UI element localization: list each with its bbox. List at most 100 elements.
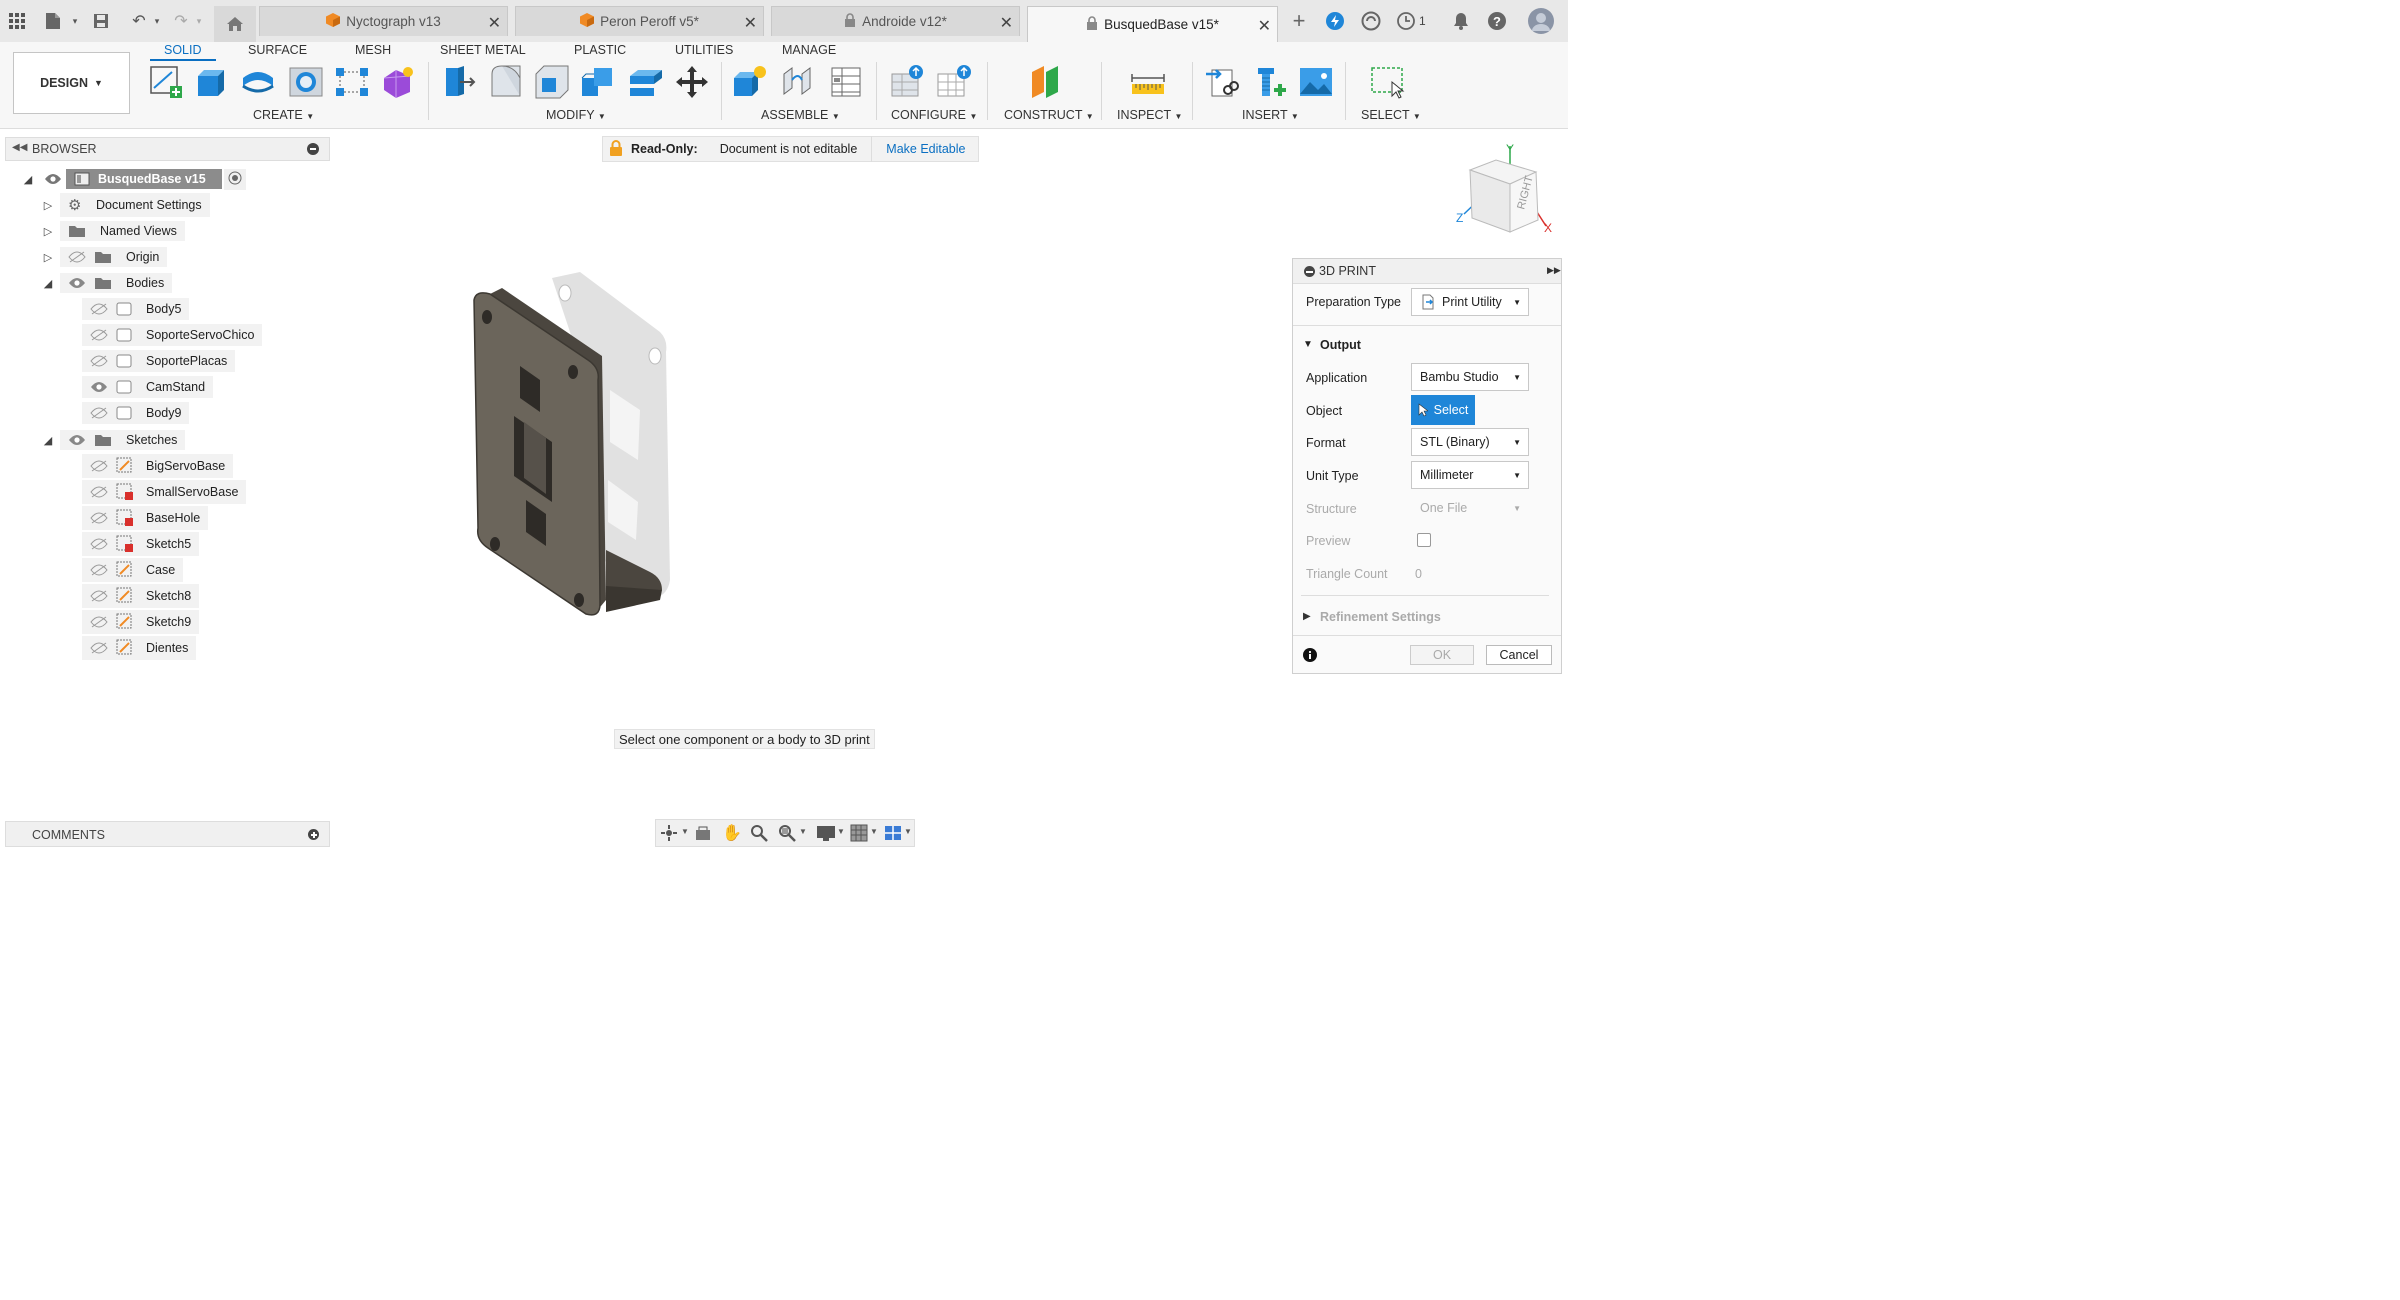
joint-icon[interactable]	[780, 64, 816, 100]
zoom-window-icon[interactable]	[778, 824, 796, 845]
move-icon[interactable]	[674, 64, 710, 100]
measure-icon[interactable]	[1130, 64, 1166, 100]
job-status-icon[interactable]	[1360, 10, 1382, 32]
hidden-eye-icon[interactable]	[90, 329, 108, 341]
offset-plane-icon[interactable]	[1028, 64, 1064, 100]
new-component-icon[interactable]	[732, 64, 768, 100]
browser-item-sketches[interactable]: ◢ Sketches	[42, 429, 186, 451]
output-section-title[interactable]: Output	[1320, 338, 1361, 352]
hidden-eye-icon[interactable]	[90, 355, 108, 367]
sketch-item[interactable]: Sketch8	[82, 584, 200, 608]
body-item[interactable]: SoportePlacas	[82, 350, 236, 372]
application-select[interactable]: Bambu Studio ▼	[1411, 363, 1529, 391]
expand-toggle-icon[interactable]: ◢	[22, 173, 34, 186]
group-select[interactable]: SELECT ▼	[1361, 108, 1421, 122]
display-dropdown-icon[interactable]: ▼	[837, 827, 845, 836]
look-at-icon[interactable]	[694, 824, 712, 845]
sketch-item[interactable]: Sketch5	[82, 532, 200, 556]
press-pull-icon[interactable]	[440, 64, 476, 100]
body-item[interactable]: SoporteServoChico	[82, 324, 263, 346]
viewports-dropdown-icon[interactable]: ▼	[904, 827, 912, 836]
document-tab-busquedbase[interactable]: BusquedBase v15* ✕	[1027, 6, 1278, 42]
orbit-dropdown-icon[interactable]: ▼	[681, 827, 689, 836]
bill-of-materials-icon[interactable]	[828, 64, 864, 100]
info-icon[interactable]	[1303, 648, 1317, 665]
insert-derive-icon[interactable]	[1204, 64, 1240, 100]
close-icon[interactable]: ✕	[488, 13, 501, 33]
group-configure[interactable]: CONFIGURE ▼	[891, 108, 977, 122]
shell-icon[interactable]	[628, 64, 664, 100]
expand-dialog-icon[interactable]: ▶▶	[1547, 265, 1561, 276]
hidden-eye-icon[interactable]	[90, 512, 108, 524]
minimize-panel-icon[interactable]	[307, 143, 319, 155]
object-select-button[interactable]: Select	[1411, 395, 1475, 425]
browser-item-bodies[interactable]: ◢ Bodies	[42, 272, 173, 294]
visibility-eye-icon[interactable]	[90, 381, 108, 393]
viewports-icon[interactable]	[884, 824, 902, 845]
tab-surface[interactable]: SURFACE	[248, 43, 307, 57]
select-window-icon[interactable]	[1370, 64, 1406, 100]
configuration-table-icon[interactable]	[936, 64, 972, 100]
activate-radio-icon[interactable]	[223, 168, 246, 190]
model-viewport[interactable]	[440, 260, 700, 640]
file-dropdown-icon[interactable]: ▾	[64, 10, 86, 32]
insert-mcmaster-icon[interactable]	[1252, 64, 1288, 100]
grid-icon[interactable]	[850, 824, 868, 845]
collapse-section-icon[interactable]: ▼	[1303, 339, 1313, 350]
extrude-icon[interactable]	[194, 64, 230, 100]
visibility-eye-icon[interactable]	[40, 173, 66, 185]
cancel-button[interactable]: Cancel	[1486, 645, 1552, 665]
form-icon[interactable]	[380, 64, 416, 100]
tab-plastic[interactable]: PLASTIC	[574, 43, 626, 57]
body-item[interactable]: CamStand	[82, 376, 214, 398]
collapse-toggle-icon[interactable]: ◢	[42, 434, 54, 447]
hidden-eye-icon[interactable]	[90, 407, 108, 419]
tab-utilities[interactable]: UTILITIES	[675, 43, 733, 57]
browser-header[interactable]: ◀◀ BROWSER	[5, 137, 330, 161]
help-icon[interactable]: ?	[1486, 10, 1508, 32]
sketch-item[interactable]: SmallServoBase	[82, 480, 247, 504]
hidden-eye-icon[interactable]	[90, 642, 108, 654]
document-tab-nyctograph[interactable]: Nyctograph v13 ✕	[259, 6, 508, 36]
pattern-icon[interactable]	[334, 64, 370, 100]
add-comment-icon[interactable]	[308, 829, 319, 840]
group-inspect[interactable]: INSPECT ▼	[1117, 108, 1182, 122]
comments-panel[interactable]: COMMENTS	[5, 821, 330, 847]
sketch-item[interactable]: BigServoBase	[82, 454, 234, 478]
sketch-item[interactable]: Case	[82, 558, 184, 582]
configure-icon[interactable]	[890, 64, 926, 100]
view-cube[interactable]: RIGHT Y Z X	[1450, 140, 1558, 240]
zoom-icon[interactable]	[750, 824, 768, 845]
sketch-item[interactable]: Sketch9	[82, 610, 200, 634]
hidden-eye-icon[interactable]	[90, 590, 108, 602]
tab-solid[interactable]: SOLID	[150, 43, 216, 61]
make-editable-link[interactable]: Make Editable	[886, 142, 965, 156]
orbit-icon[interactable]	[660, 824, 678, 845]
expand-section-icon[interactable]: ▶	[1303, 611, 1311, 622]
group-insert[interactable]: INSERT ▼	[1242, 108, 1299, 122]
sketch-item[interactable]: BaseHole	[82, 506, 209, 530]
visibility-eye-icon[interactable]	[68, 434, 86, 446]
grid-dropdown-icon[interactable]: ▼	[870, 827, 878, 836]
hidden-eye-icon[interactable]	[68, 251, 86, 263]
display-settings-icon[interactable]	[816, 824, 836, 845]
close-icon[interactable]: ✕	[1000, 13, 1013, 33]
hidden-eye-icon[interactable]	[90, 303, 108, 315]
redo-dropdown-icon[interactable]: ▾	[188, 10, 210, 32]
hidden-eye-icon[interactable]	[90, 538, 108, 550]
extensions-icon[interactable]	[1324, 10, 1346, 32]
minimize-dialog-icon[interactable]	[1304, 266, 1315, 277]
root-component[interactable]: BusquedBase v15	[66, 169, 222, 189]
fillet-icon[interactable]	[488, 64, 524, 100]
file-icon[interactable]	[42, 10, 64, 32]
hidden-eye-icon[interactable]	[90, 460, 108, 472]
document-tab-androide[interactable]: Androide v12* ✕	[771, 6, 1020, 36]
bell-icon[interactable]	[1450, 10, 1472, 32]
format-select[interactable]: STL (Binary) ▼	[1411, 428, 1529, 456]
collapse-toggle-icon[interactable]: ◢	[42, 277, 54, 290]
tab-sheet-metal[interactable]: SHEET METAL	[440, 43, 526, 57]
home-tab[interactable]	[214, 6, 256, 42]
ok-button[interactable]: OK	[1410, 645, 1474, 665]
expand-toggle-icon[interactable]: ▷	[42, 199, 54, 212]
hole-icon[interactable]	[288, 64, 324, 100]
